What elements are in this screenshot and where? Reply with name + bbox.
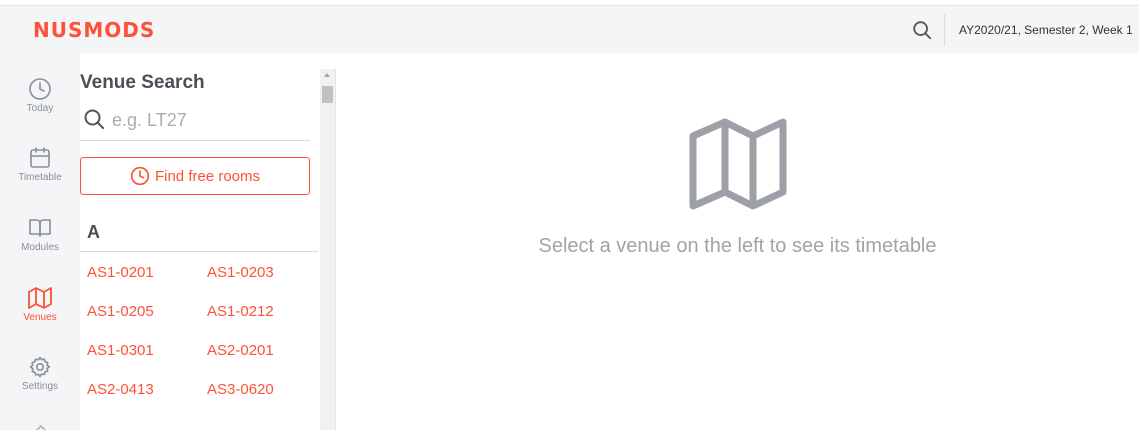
venue-link[interactable]: AS2-0413: [87, 381, 154, 398]
venue-search-input[interactable]: [112, 107, 302, 133]
gear-icon: [29, 356, 51, 378]
nav-item-today[interactable]: Today: [0, 77, 80, 135]
semester-label: AY2020/21, Semester 2, Week 1: [959, 23, 1133, 37]
nav-label: Today: [26, 103, 54, 114]
empty-state-message: Select a venue on the left to see its ti…: [538, 235, 937, 257]
nav-item-venues[interactable]: Venues: [0, 286, 80, 344]
side-nav: Today Timetable Modules Venues Settings: [0, 53, 80, 430]
panel-title: Venue Search: [80, 72, 205, 93]
nusmods-logo[interactable]: NUSMODS: [33, 18, 155, 42]
nav-item-modules[interactable]: Modules: [0, 216, 80, 274]
nav-label: Settings: [21, 381, 59, 392]
calendar-icon: [30, 147, 50, 168]
section-divider: [80, 251, 318, 252]
scroll-up-arrow[interactable]: [324, 73, 330, 77]
find-free-rooms-button[interactable]: Find free rooms: [80, 157, 310, 195]
venue-link[interactable]: AS1-0203: [207, 264, 274, 281]
map-icon: [28, 287, 52, 309]
venue-search-box: [80, 105, 310, 141]
book-icon: [29, 219, 51, 237]
nav-label: Modules: [21, 242, 59, 253]
search-icon[interactable]: [911, 19, 933, 41]
nav-item-timetable[interactable]: Timetable: [0, 146, 80, 204]
nav-label: Venues: [23, 312, 57, 323]
nav-label: Timetable: [18, 172, 62, 183]
venue-list-scrollbar[interactable]: [320, 69, 335, 430]
scroll-thumb[interactable]: [322, 86, 333, 103]
top-bar: NUSMODS AY2020/21, Semester 2, Week 1: [0, 5, 1139, 53]
clock-icon: [29, 78, 51, 100]
find-free-rooms-label: Find free rooms: [154, 167, 261, 185]
search-icon: [84, 109, 104, 129]
venue-link[interactable]: AS1-0212: [207, 303, 274, 320]
chevron-up-icon[interactable]: [35, 424, 47, 430]
venue-link[interactable]: AS1-0201: [87, 264, 154, 281]
nav-item-settings[interactable]: Settings: [0, 355, 80, 413]
header-divider: [944, 14, 945, 46]
venue-list: AS1-0201 AS1-0203 AS1-0205 AS1-0212 AS1-…: [87, 263, 317, 400]
clock-icon: [130, 166, 150, 186]
venue-section-heading: A: [87, 222, 100, 242]
venue-search-panel: Venue Search Find free rooms A AS1-0201 …: [80, 53, 320, 430]
map-icon: [689, 118, 787, 210]
venue-link[interactable]: AS2-0201: [207, 342, 274, 359]
venue-link[interactable]: AS1-0301: [87, 342, 154, 359]
venue-link[interactable]: AS1-0205: [87, 303, 154, 320]
venue-link[interactable]: AS3-0620: [207, 381, 274, 398]
